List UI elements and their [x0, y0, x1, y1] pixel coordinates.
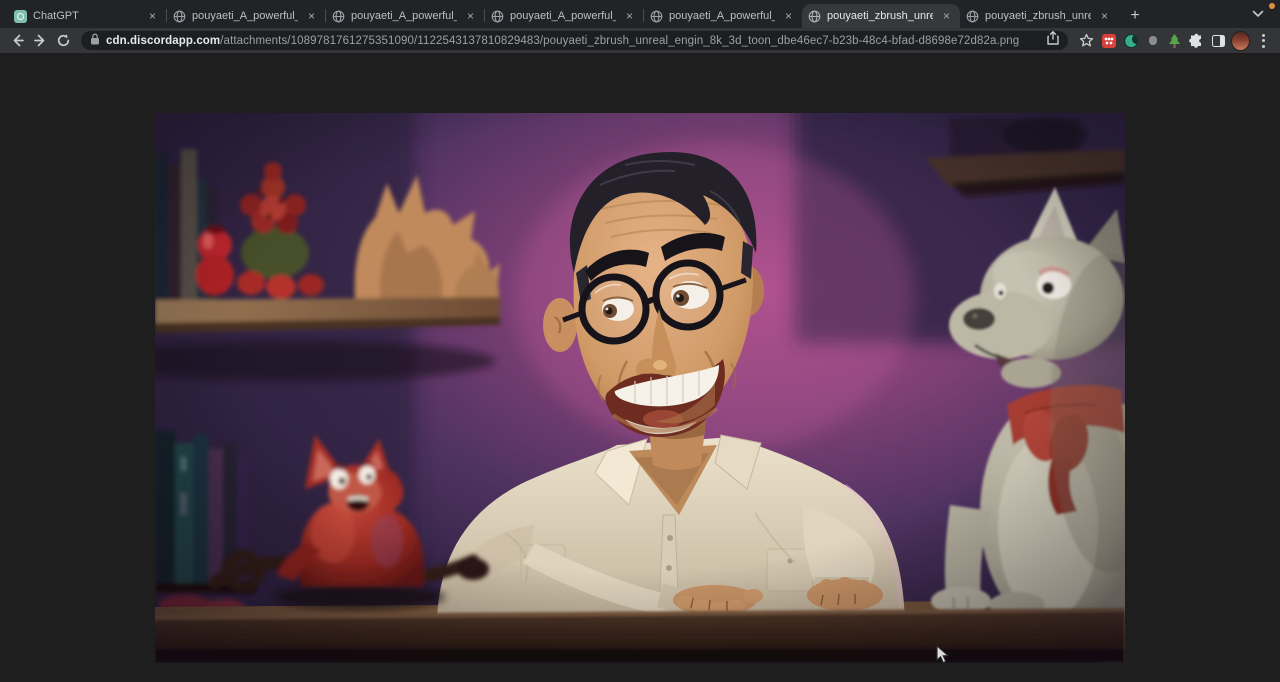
- close-icon[interactable]: ×: [622, 9, 637, 24]
- tab-powerful-modern-4[interactable]: pouyaeti_A_powerful_modern ×: [644, 4, 802, 28]
- tab-strip: ChatGPT × pouyaeti_A_powerful_modern × p…: [0, 0, 1280, 28]
- reload-button[interactable]: [53, 31, 73, 51]
- tab-title: pouyaeti_A_powerful_modern: [510, 10, 616, 22]
- globe-icon: [808, 10, 821, 23]
- new-tab-button[interactable]: +: [1122, 4, 1148, 28]
- mouse-cursor: [936, 645, 949, 669]
- close-icon[interactable]: ×: [939, 9, 954, 24]
- close-icon[interactable]: ×: [304, 9, 319, 24]
- extensions-puzzle-icon[interactable]: [1187, 31, 1206, 50]
- back-button[interactable]: [7, 31, 27, 51]
- globe-icon: [491, 10, 504, 23]
- close-icon[interactable]: ×: [145, 9, 160, 24]
- dark-reader-moon-icon[interactable]: [1121, 31, 1140, 50]
- browser-toolbar: cdn.discordapp.com/attachments/108978176…: [0, 28, 1280, 53]
- green-tree-extension-icon[interactable]: [1165, 31, 1184, 50]
- tab-powerful-modern-3[interactable]: pouyaeti_A_powerful_modern ×: [485, 4, 643, 28]
- tab-powerful-modern-1[interactable]: pouyaeti_A_powerful_modern ×: [167, 4, 325, 28]
- globe-icon: [332, 10, 345, 23]
- tab-title: pouyaeti_A_powerful_modern: [351, 10, 457, 22]
- browser-menu-icon[interactable]: [1253, 31, 1273, 51]
- url-domain: cdn.discordapp.com: [106, 35, 220, 47]
- close-icon[interactable]: ×: [463, 9, 478, 24]
- cartoon-render-scene: [155, 113, 1125, 663]
- globe-icon: [650, 10, 663, 23]
- sidebar-panel-icon[interactable]: [1209, 31, 1228, 50]
- forward-button[interactable]: [30, 31, 50, 51]
- padlock-icon: [90, 32, 100, 50]
- url-text: cdn.discordapp.com/attachments/108978176…: [106, 35, 1041, 47]
- tab-title: pouyaeti_zbrush_unreal_engin: [985, 10, 1091, 22]
- close-icon[interactable]: ×: [781, 9, 796, 24]
- globe-icon: [173, 10, 186, 23]
- tab-title: pouyaeti_A_powerful_modern: [192, 10, 298, 22]
- extension-red-download-icon[interactable]: [1099, 31, 1118, 50]
- globe-icon: [966, 10, 979, 23]
- page-content: [0, 53, 1280, 682]
- update-badge-dot: [1269, 3, 1275, 9]
- tab-title: ChatGPT: [33, 10, 139, 22]
- close-icon[interactable]: ×: [1097, 9, 1112, 24]
- url-path: /attachments/1089781761275351090/1122543…: [220, 35, 1019, 47]
- tab-powerful-modern-2[interactable]: pouyaeti_A_powerful_modern ×: [326, 4, 484, 28]
- discord-attachment-image[interactable]: [155, 113, 1125, 663]
- chatgpt-icon: [14, 10, 27, 23]
- tab-chatgpt[interactable]: ChatGPT ×: [8, 4, 166, 28]
- tab-zbrush-unreal-active[interactable]: pouyaeti_zbrush_unreal_engin ×: [802, 4, 960, 28]
- tab-title: pouyaeti_zbrush_unreal_engin: [827, 10, 933, 22]
- browser-window: { "browser": { "tab_strip": { "tabs": [ …: [0, 0, 1280, 682]
- address-bar[interactable]: cdn.discordapp.com/attachments/108978176…: [81, 31, 1068, 50]
- profile-avatar[interactable]: [1231, 31, 1250, 50]
- vignette: [155, 113, 1125, 663]
- chevron-down-icon[interactable]: [1252, 5, 1264, 23]
- tab-title: pouyaeti_A_powerful_modern: [669, 10, 775, 22]
- gray-dot-extension-icon[interactable]: [1143, 31, 1162, 50]
- bookmark-star-icon[interactable]: [1076, 31, 1096, 51]
- tab-zbrush-unreal-2[interactable]: pouyaeti_zbrush_unreal_engin ×: [960, 4, 1118, 28]
- share-icon[interactable]: [1047, 31, 1059, 50]
